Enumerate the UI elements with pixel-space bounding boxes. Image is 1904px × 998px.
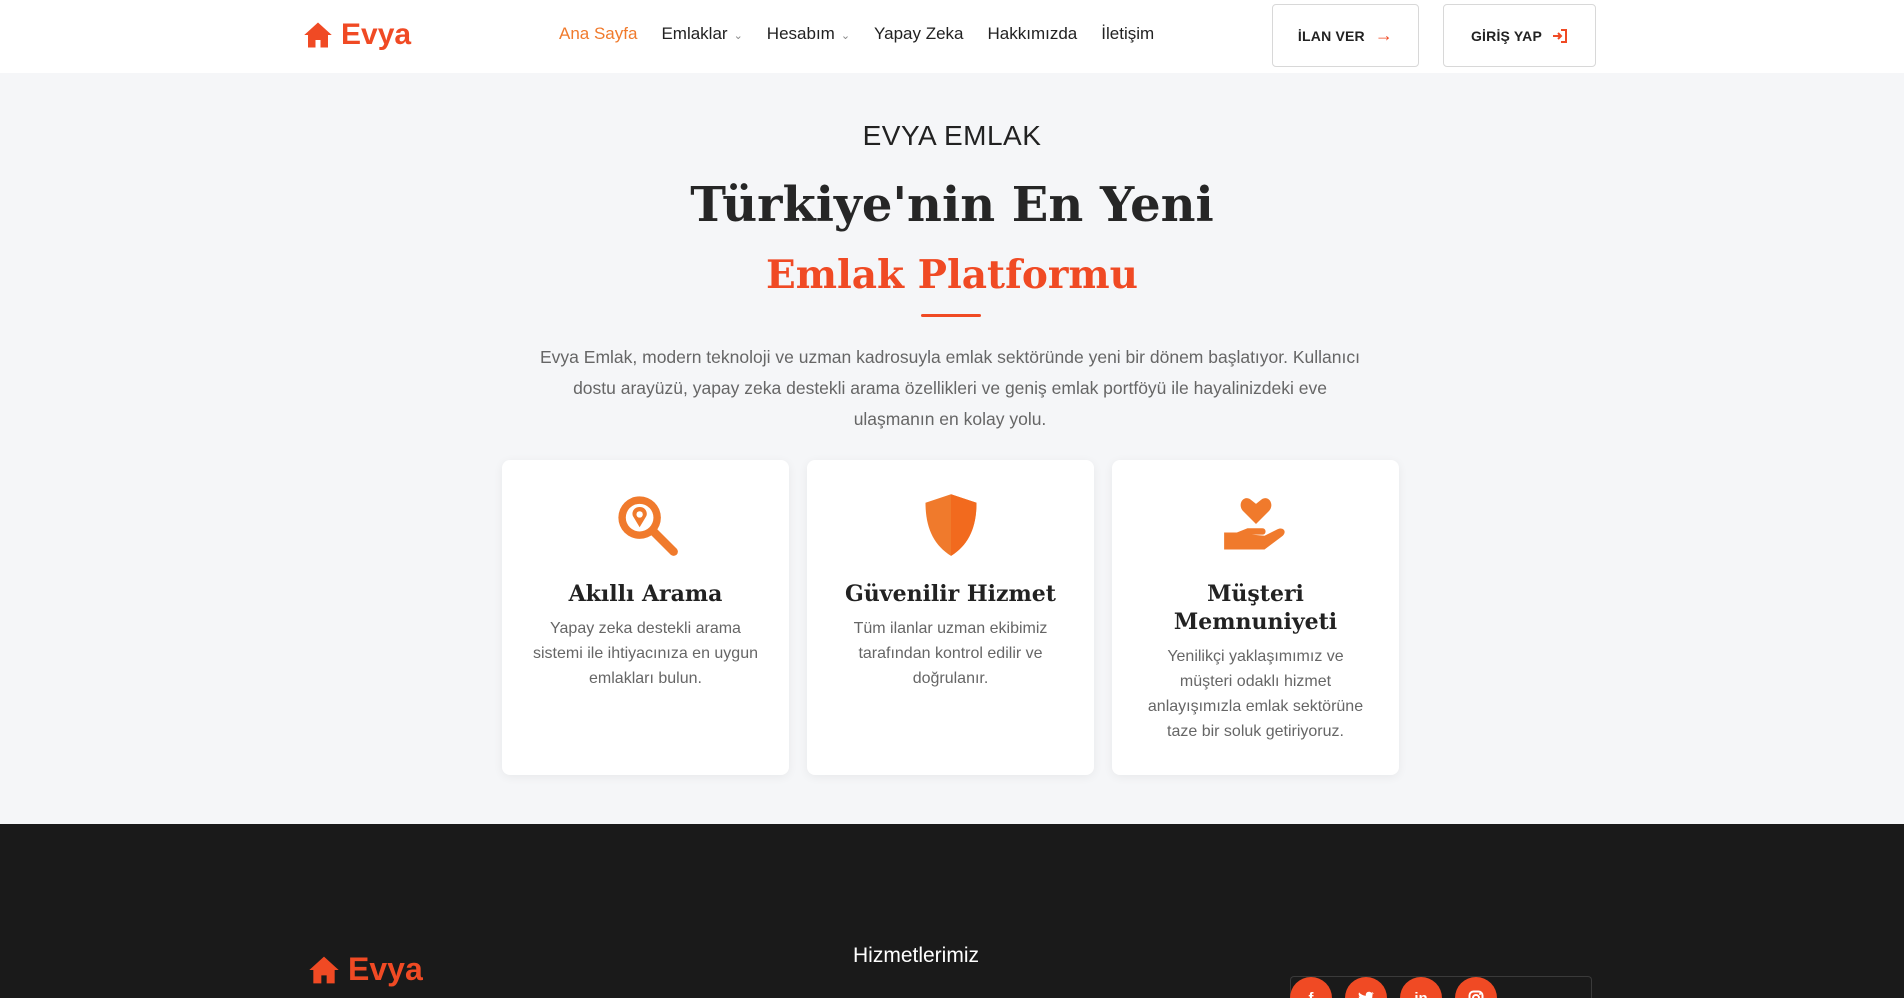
chevron-down-icon: ⌄ [733,29,743,42]
feature-text: Tüm ilanlar uzman ekibimiz tarafından ko… [853,620,1048,687]
main-nav: Ana Sayfa Emlaklar ⌄ Hesabım ⌄ Yapay Zeka … [559,24,1154,44]
feature-title: Güvenilir Hizmet [845,581,1056,607]
feature-text: Yapay zeka destekli arama sistemi ile ih… [533,620,758,687]
nav-label: Hakkımızda [987,24,1078,43]
site-header: Evya Ana Sayfa Emlaklar ⌄ Hesabım ⌄ Yapay … [0,0,1904,73]
nav-label: Emlaklar [661,24,728,43]
nav-label: Ana Sayfa [559,24,638,43]
hero-title: Türkiye'nin En Yeni [690,177,1214,233]
hero-description: Evya Emlak, modern teknoloji ve uzman ka… [540,347,1360,429]
search-location-icon [617,496,678,556]
nav-label: Hesabım [766,24,835,43]
arrow-right-icon: → [1374,25,1394,45]
shield-icon [925,494,976,556]
footer-services-heading: Hizmetlerimiz [853,944,979,967]
feature-card-customer-satisfaction: Müşteri Memnuniyeti Yenilikçi yaklaşımım… [1112,460,1399,775]
feature-title: Akıllı Arama [568,581,723,607]
hero-title-accent: Emlak Platformu [765,252,1139,298]
nav-item-listings[interactable]: Emlaklar ⌄ [661,24,742,44]
feature-card-smart-search: Akıllı Arama Yapay zeka destekli arama s… [502,460,789,775]
feature-text: Yenilikçi yaklaşımımız ve müşteri odaklı… [1147,648,1364,740]
hero-kicker: EVYA EMLAK [862,120,1042,151]
feature-title: Müşteri Memnuniyeti [1173,581,1338,635]
feature-card-trusted-service: Güvenilir Hizmet Tüm ilanlar uzman ekibi… [807,460,1094,775]
nav-item-contact[interactable]: İletişim [1101,24,1154,44]
post-ad-button[interactable]: İLAN VER → [1272,4,1419,67]
nav-item-home[interactable]: Ana Sayfa [559,24,637,44]
sign-in-icon [1553,28,1568,43]
nav-item-ai[interactable]: Yapay Zeka [874,24,963,44]
site-footer: Evya Hizmetlerimiz f in [0,824,1904,998]
home-icon [309,956,339,983]
footer-brand-name: Evya [348,951,423,987]
nav-item-account[interactable]: Hesabım ⌄ [767,24,850,44]
brand-logo[interactable]: Evya [303,18,411,52]
chevron-down-icon: ⌄ [840,29,851,42]
nav-item-about[interactable]: Hakkımızda [988,24,1078,44]
nav-label: İletişim [1101,24,1155,43]
nav-label: Yapay Zeka [874,24,964,43]
hand-heart-icon [1223,498,1285,550]
footer-logo[interactable]: Evya [308,951,423,988]
home-icon [304,22,332,48]
brand-name: Evya [341,18,412,51]
login-button[interactable]: GİRİŞ YAP [1443,4,1596,67]
login-label: GİRİŞ YAP [1470,27,1543,44]
title-divider [921,314,981,317]
post-ad-label: İLAN VER [1297,27,1365,44]
